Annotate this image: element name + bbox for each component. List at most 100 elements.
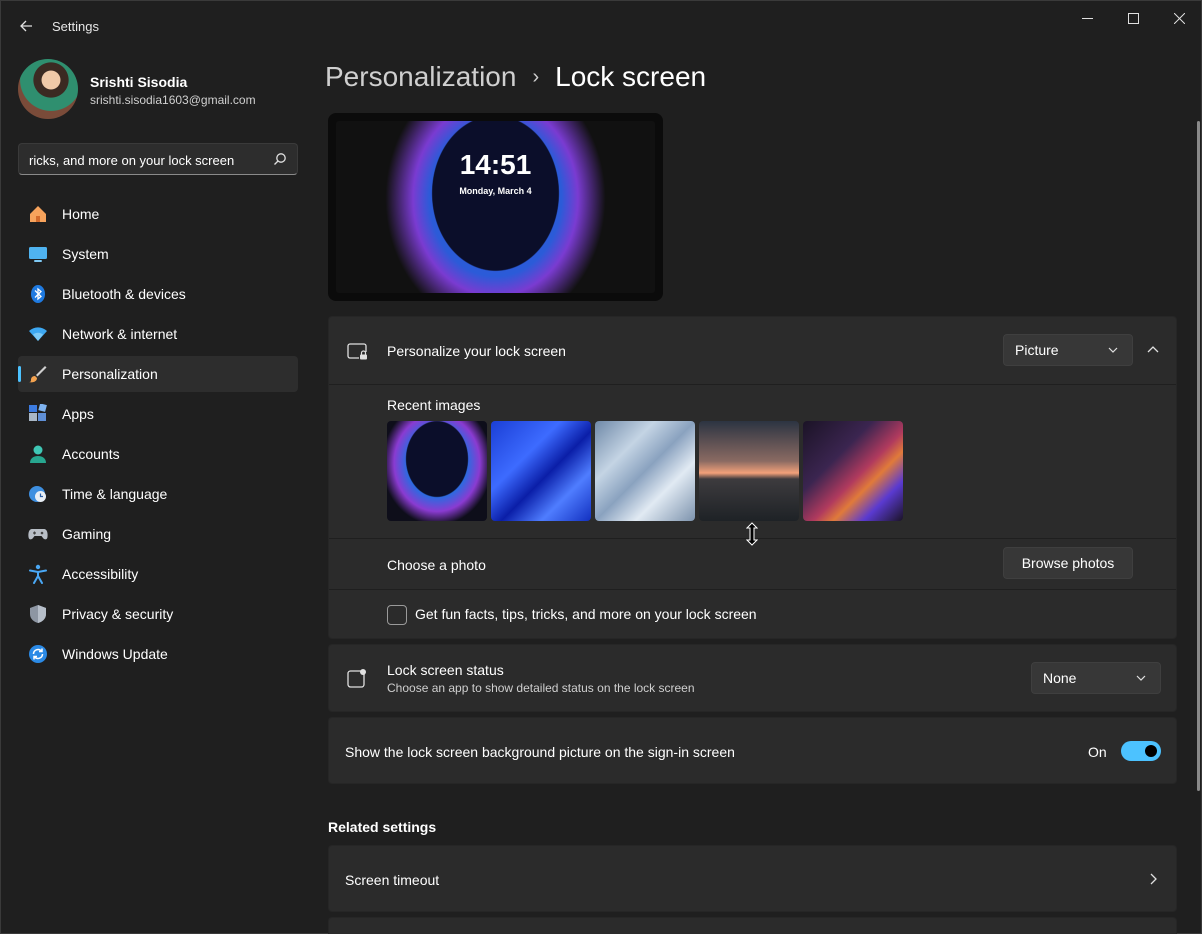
sidebar-item-bluetooth[interactable]: Bluetooth & devices: [18, 276, 298, 312]
lock-screen-status-description: Choose an app to show detailed status on…: [387, 681, 695, 695]
title-bar: Settings: [1, 1, 1201, 51]
accessibility-icon: [27, 563, 49, 585]
sidebar-item-system[interactable]: System: [18, 236, 298, 272]
sidebar-item-time-language[interactable]: Time & language: [18, 476, 298, 512]
brush-icon: [27, 363, 49, 385]
sidebar-item-label: System: [62, 246, 109, 262]
sidebar-item-accessibility[interactable]: Accessibility: [18, 556, 298, 592]
sidebar-item-privacy[interactable]: Privacy & security: [18, 596, 298, 632]
recent-images-label: Recent images: [387, 397, 481, 413]
status-dropdown[interactable]: None: [1031, 662, 1161, 694]
personalize-lock-screen-card: Personalize your lock screen Picture Rec…: [328, 316, 1177, 639]
avatar[interactable]: [18, 59, 78, 119]
sidebar-nav: Home System Bluetooth & devices Network …: [18, 196, 298, 676]
sidebar-item-label: Accounts: [62, 446, 120, 462]
profile-name: Srishti Sisodia: [90, 74, 188, 90]
sidebar-item-label: Time & language: [62, 486, 168, 502]
maximize-icon: [1127, 12, 1139, 24]
home-icon: [27, 203, 49, 225]
clock-globe-icon: [27, 483, 49, 505]
shield-icon: [27, 603, 49, 625]
person-icon: [27, 443, 49, 465]
divider: [329, 589, 1176, 590]
signin-background-toggle[interactable]: [1121, 741, 1161, 761]
signin-background-label: Show the lock screen background picture …: [345, 744, 735, 760]
sidebar-item-label: Home: [62, 206, 100, 222]
screen-timeout-label: Screen timeout: [345, 872, 440, 888]
lock-screen-status-label: Lock screen status: [387, 662, 504, 678]
chevron-down-icon: [1136, 675, 1146, 681]
fun-facts-label: Get fun facts, tips, tricks, and more on…: [415, 606, 757, 622]
personalize-dropdown-value: Picture: [1015, 342, 1059, 358]
recent-image-bloom-dark[interactable]: [387, 421, 487, 521]
close-icon: [1173, 12, 1185, 24]
minimize-icon: [1081, 17, 1093, 19]
maximize-button[interactable]: [1110, 1, 1156, 35]
minimize-button[interactable]: [1064, 1, 1110, 35]
monitor-icon: [27, 243, 49, 265]
settings-window: Settings Srishti Sisodia srishti.sisodia…: [0, 0, 1202, 934]
sidebar-item-gaming[interactable]: Gaming: [18, 516, 298, 552]
preview-time: 14:51: [459, 149, 532, 180]
back-arrow-icon: [20, 20, 32, 32]
signin-background-card: Show the lock screen background picture …: [328, 717, 1177, 784]
lock-screen-status-card: Lock screen status Choose an app to show…: [328, 644, 1177, 712]
breadcrumb: Personalization › Lock screen: [325, 61, 706, 93]
search-icon[interactable]: [273, 152, 287, 166]
search-box[interactable]: [18, 143, 298, 175]
status-dropdown-value: None: [1043, 670, 1077, 686]
fun-facts-checkbox[interactable]: [387, 605, 407, 625]
sidebar-item-network[interactable]: Network & internet: [18, 316, 298, 352]
recent-image-purple-ribbon[interactable]: [803, 421, 903, 521]
profile-email: srishti.sisodia1603@gmail.com: [90, 93, 256, 107]
lock-screen-preview: 14:51 Monday, March 4: [328, 113, 663, 301]
sidebar-item-label: Gaming: [62, 526, 112, 542]
back-button[interactable]: [11, 11, 41, 41]
choose-photo-label: Choose a photo: [387, 557, 486, 573]
related-settings-title: Related settings: [328, 819, 437, 835]
sidebar-item-apps[interactable]: Apps: [18, 396, 298, 432]
toggle-state-text: On: [1088, 744, 1107, 760]
gamepad-icon: [27, 523, 49, 545]
lock-screen-icon: [347, 343, 368, 360]
sidebar-item-home[interactable]: Home: [18, 196, 298, 232]
sidebar-item-label: Privacy & security: [62, 606, 174, 622]
wifi-icon: [27, 323, 49, 345]
sidebar-item-accounts[interactable]: Accounts: [18, 436, 298, 472]
chevron-down-icon: [1108, 347, 1118, 353]
sidebar-item-label: Network & internet: [62, 326, 178, 342]
chevron-up-icon[interactable]: [1147, 344, 1159, 356]
sidebar-item-label: Bluetooth & devices: [62, 286, 186, 302]
next-related-card[interactable]: [328, 917, 1177, 934]
scrollbar[interactable]: [1197, 121, 1200, 791]
apps-icon: [27, 403, 49, 425]
search-input[interactable]: [29, 150, 269, 170]
app-title: Settings: [52, 19, 99, 34]
recent-image-light-waves[interactable]: [595, 421, 695, 521]
sidebar-item-label: Personalization: [62, 366, 158, 382]
screen-timeout-card[interactable]: Screen timeout: [328, 845, 1177, 912]
toggle-knob: [1145, 745, 1157, 757]
bluetooth-icon: [27, 283, 49, 305]
breadcrumb-separator: ›: [532, 65, 540, 88]
sidebar-item-windows-update[interactable]: Windows Update: [18, 636, 298, 672]
preview-wallpaper: 14:51 Monday, March 4: [336, 121, 655, 293]
divider: [329, 384, 1176, 385]
browse-photos-button[interactable]: Browse photos: [1003, 547, 1133, 579]
personalize-label: Personalize your lock screen: [387, 343, 566, 359]
recent-image-sunset-lake[interactable]: [699, 421, 799, 521]
page-title: Lock screen: [555, 61, 707, 92]
resize-cursor-icon: [746, 522, 758, 546]
update-icon: [27, 643, 49, 665]
personalize-dropdown[interactable]: Picture: [1003, 334, 1133, 366]
chevron-right-icon: [1150, 873, 1157, 885]
sidebar-item-label: Accessibility: [62, 566, 139, 582]
sidebar-item-label: Windows Update: [62, 646, 168, 662]
breadcrumb-parent[interactable]: Personalization: [325, 61, 516, 93]
recent-image-blue-waves[interactable]: [491, 421, 591, 521]
close-button[interactable]: [1156, 1, 1202, 35]
status-app-icon: [347, 669, 366, 688]
sidebar-item-label: Apps: [62, 406, 94, 422]
sidebar-item-personalization[interactable]: Personalization: [18, 356, 298, 392]
preview-date: Monday, March 4: [459, 186, 532, 196]
